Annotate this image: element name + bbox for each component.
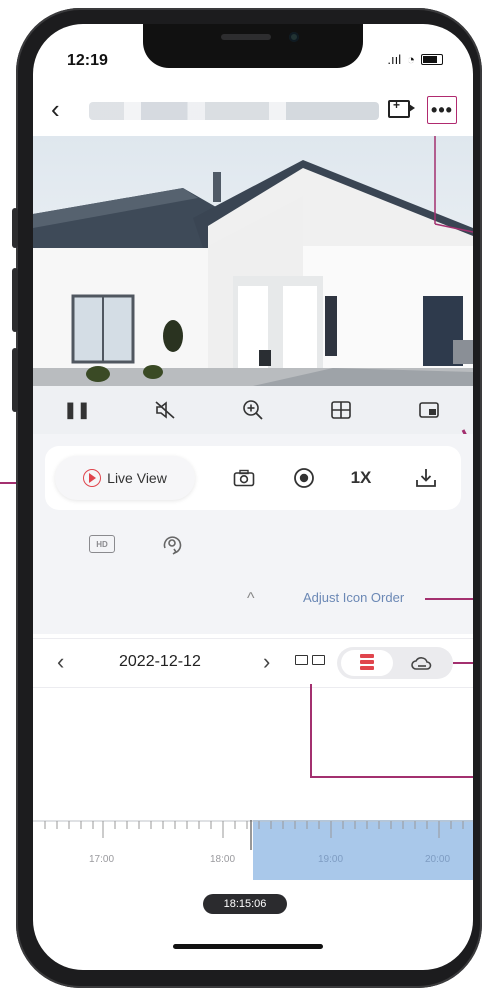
playback-timeline[interactable]: 17:00 18:00 19:00 20:00 xyxy=(33,820,473,880)
multi-view-button[interactable] xyxy=(324,395,358,425)
prev-date-button[interactable]: ‹ xyxy=(57,649,64,675)
volume-button xyxy=(12,348,18,412)
hd-quality-button[interactable]: HD xyxy=(89,530,115,558)
pause-button[interactable]: ❚❚ xyxy=(60,395,94,425)
action-panel: Live View 1X HD ^ Adjust Icon Order xyxy=(33,434,473,634)
play-icon xyxy=(83,469,102,487)
callout-line-toggle xyxy=(453,662,473,664)
storage-icon xyxy=(360,654,374,672)
player-control-bar: ❚❚ xyxy=(33,386,473,434)
snapshot-button[interactable] xyxy=(227,462,261,494)
live-view-label: Live View xyxy=(107,470,167,486)
app-screen: 12:19 .ııl ◔ ‹ ••• xyxy=(33,24,473,970)
record-camera-button[interactable] xyxy=(385,96,415,122)
battery-icon xyxy=(421,54,443,65)
callout-line-grid-horizontal xyxy=(310,776,473,778)
back-button[interactable]: ‹ xyxy=(51,96,60,122)
download-button[interactable] xyxy=(409,462,443,494)
signal-icon: .ııl xyxy=(387,52,402,67)
playback-speed-button[interactable]: 1X xyxy=(341,462,381,494)
next-date-button[interactable]: › xyxy=(263,649,270,675)
mute-icon xyxy=(155,401,175,419)
home-indicator[interactable] xyxy=(173,944,323,949)
record-button[interactable] xyxy=(287,462,321,494)
volume-button xyxy=(12,208,18,248)
adjust-icon-order-link[interactable]: Adjust Icon Order xyxy=(303,590,404,605)
picture-in-picture-button[interactable] xyxy=(412,395,446,425)
grid-cell-icon xyxy=(312,655,325,665)
zoom-in-button[interactable] xyxy=(236,395,270,425)
timeline-label: 20:00 xyxy=(425,854,451,865)
collapse-button[interactable]: ^ xyxy=(247,590,255,608)
callout-line-adjust xyxy=(425,598,473,600)
grid-view-button[interactable] xyxy=(295,655,325,671)
speaker xyxy=(221,34,271,40)
timeline-label: 17:00 xyxy=(89,854,115,865)
status-time: 12:19 xyxy=(67,52,108,69)
hd-icon: HD xyxy=(89,535,115,553)
live-view-button[interactable]: Live View xyxy=(55,456,195,500)
zoom-in-icon xyxy=(243,400,263,420)
pause-icon: ❚❚ xyxy=(63,402,91,419)
wifi-icon: ◔ xyxy=(407,52,415,67)
timeline-ticks xyxy=(33,820,473,850)
timeline-label: 19:00 xyxy=(318,854,344,865)
volume-button xyxy=(12,268,18,332)
more-options-button[interactable]: ••• xyxy=(427,96,457,124)
record-icon xyxy=(294,468,314,488)
local-storage-option[interactable] xyxy=(341,650,393,676)
motion-tracking-icon xyxy=(163,536,182,555)
current-date[interactable]: 2022-12-12 xyxy=(119,653,201,671)
device-title-blurred xyxy=(89,102,379,120)
front-camera xyxy=(289,32,299,42)
house-image xyxy=(33,136,473,386)
mute-button[interactable] xyxy=(148,395,182,425)
cloud-icon[interactable] xyxy=(411,655,433,671)
storage-source-toggle[interactable] xyxy=(337,647,453,679)
notch xyxy=(143,24,363,68)
picture-in-picture-icon xyxy=(419,402,439,418)
motion-settings-button[interactable] xyxy=(161,530,183,558)
live-video-feed[interactable] xyxy=(33,136,473,386)
action-row: Live View 1X xyxy=(45,446,461,510)
callout-line-grid-vertical xyxy=(310,684,312,776)
status-icons: .ııl ◔ xyxy=(387,52,443,67)
header: ‹ ••• xyxy=(33,90,473,134)
more-icon: ••• xyxy=(431,100,453,120)
grid-cell-icon xyxy=(295,655,308,665)
video-add-icon xyxy=(388,98,415,118)
current-time-badge: 18:15:06 xyxy=(203,894,287,914)
download-icon xyxy=(416,469,436,487)
multi-view-icon xyxy=(331,401,351,419)
date-bar: ‹ 2022-12-12 › xyxy=(33,638,473,688)
timeline-label: 18:00 xyxy=(210,854,236,865)
camera-icon xyxy=(233,469,255,487)
